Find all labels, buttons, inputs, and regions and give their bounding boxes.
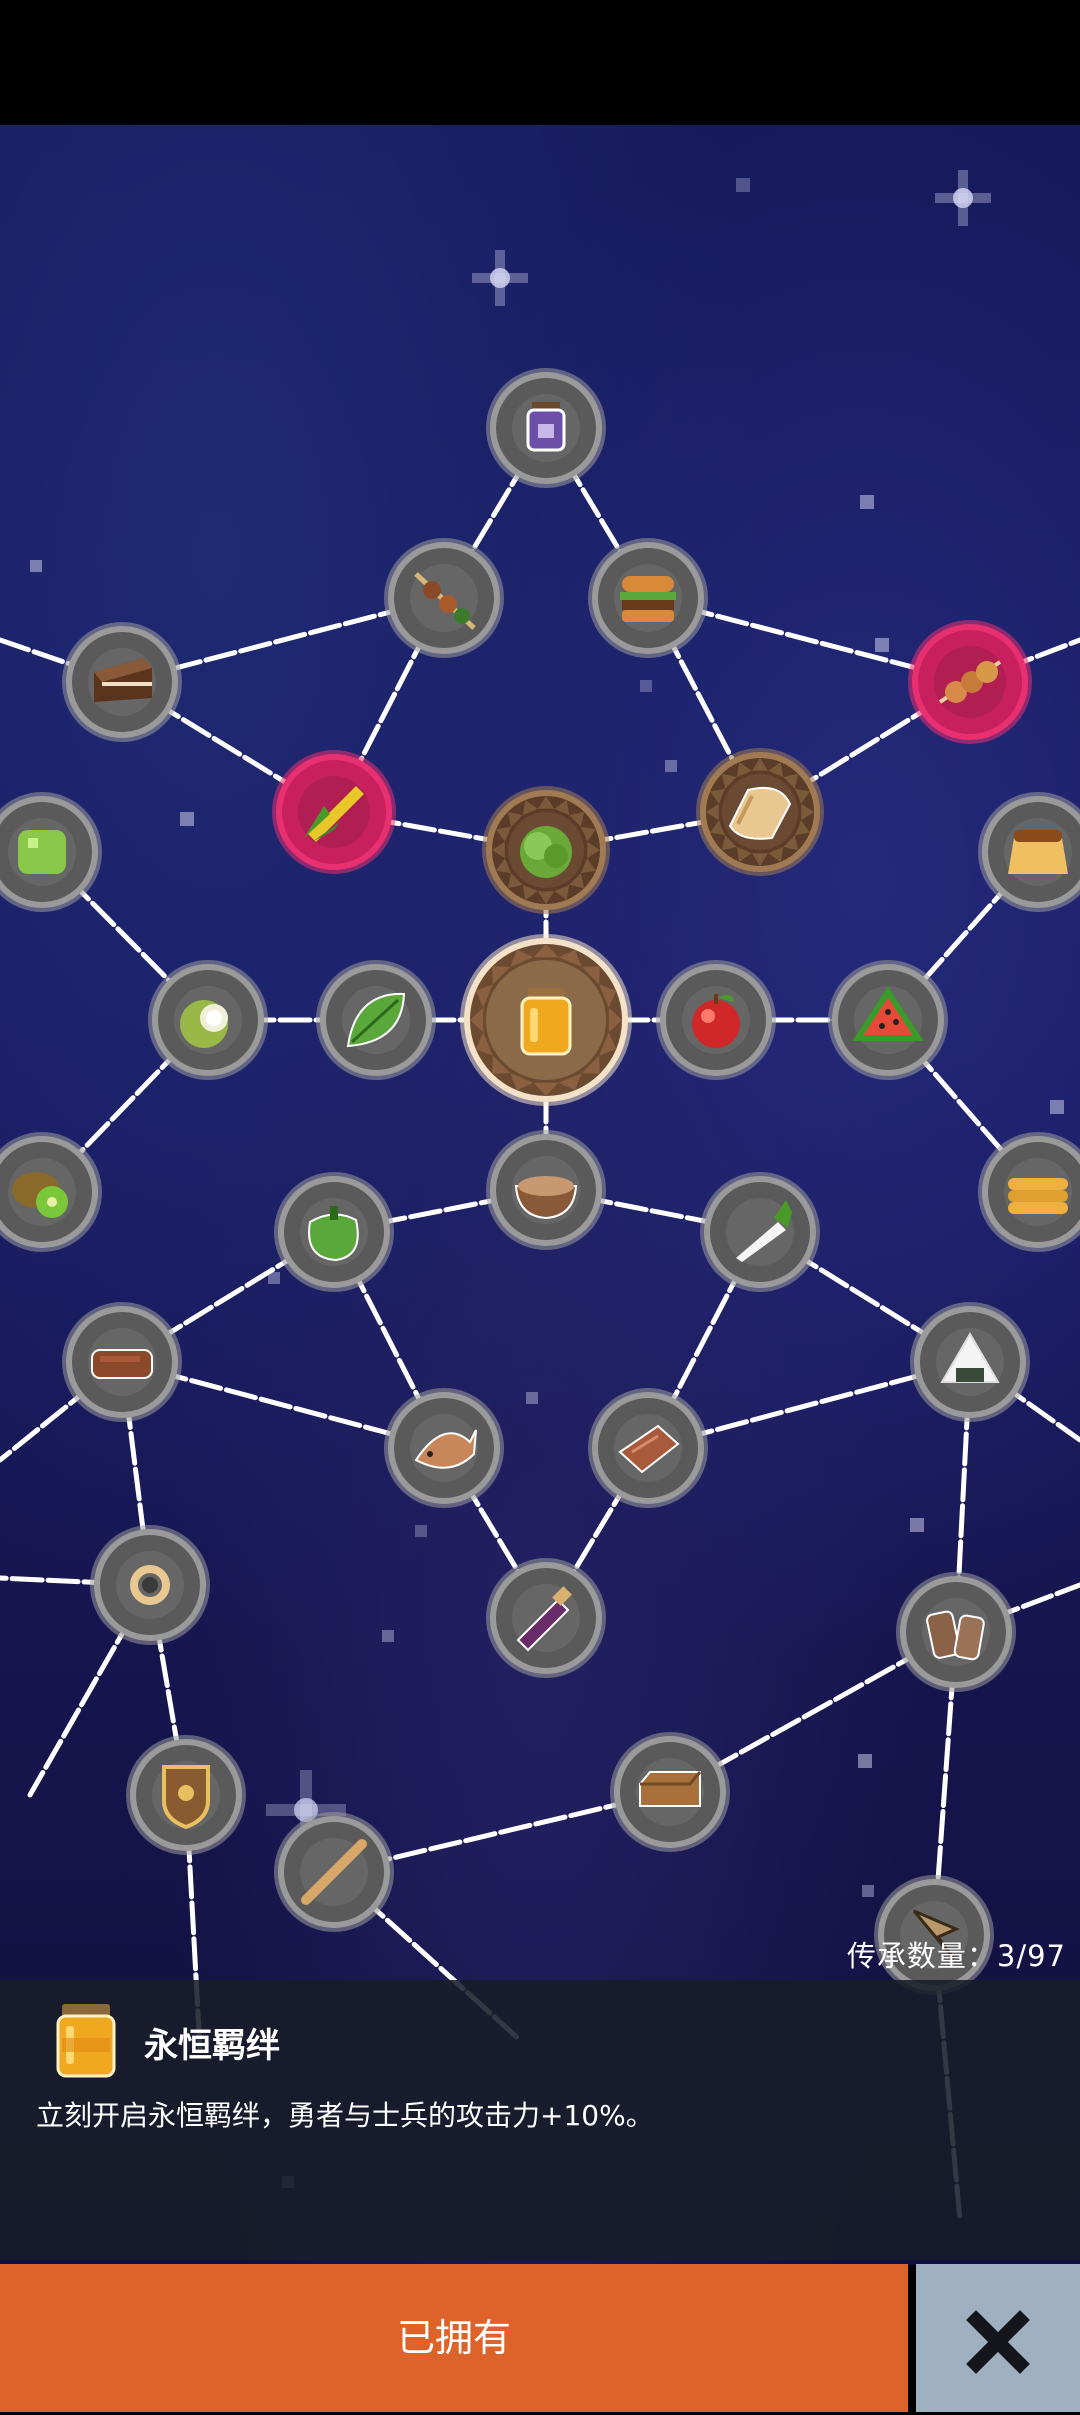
hamburger-icon [620, 576, 676, 622]
node-shield[interactable] [126, 1735, 246, 1855]
pancakes-icon [1008, 1178, 1068, 1214]
node-chocolate-bar[interactable] [62, 1302, 182, 1422]
owned-button-label: 已拥有 [396, 2316, 511, 2360]
legacy-count-label: 传承数量：3/97 [846, 1939, 1066, 1973]
node-lettuce[interactable] [482, 786, 610, 914]
node-hamburger[interactable] [588, 538, 708, 658]
item-name: 永恒羁绊 [144, 2026, 280, 2066]
node-chocolate-cake[interactable] [62, 622, 182, 742]
node-fish[interactable] [384, 1388, 504, 1508]
coconut-icon [180, 1000, 228, 1048]
node-ring[interactable] [90, 1525, 210, 1645]
owned-button[interactable]: 已拥有 [0, 2264, 908, 2412]
pudding-icon [1008, 830, 1068, 874]
legacy-tree-view[interactable]: 传承数量：3/97 [0, 125, 1080, 2265]
node-green-jelly[interactable] [0, 792, 102, 912]
node-kiwi[interactable] [0, 1132, 102, 1252]
node-pudding[interactable] [978, 792, 1080, 912]
node-radish[interactable] [700, 1172, 820, 1292]
chocolate-bar-icon [91, 1349, 153, 1379]
close-button[interactable] [916, 2264, 1080, 2412]
green-jelly-icon [18, 830, 66, 874]
status-bar [0, 0, 1080, 125]
node-apple[interactable] [656, 960, 776, 1080]
node-brick[interactable] [610, 1732, 730, 1852]
node-rice-ball[interactable] [910, 1302, 1030, 1422]
potion-jar-icon [526, 402, 566, 452]
node-coconut[interactable] [148, 960, 268, 1080]
lettuce-icon [520, 826, 572, 878]
node-wooden-stick[interactable] [274, 1812, 394, 1932]
node-leaf[interactable] [316, 960, 436, 1080]
node-honey-jar[interactable] [460, 934, 632, 1106]
node-wine-bottle[interactable] [486, 1558, 606, 1678]
node-watermelon[interactable] [828, 960, 948, 1080]
node-meat-skewer[interactable] [384, 538, 504, 658]
node-steak[interactable] [588, 1388, 708, 1508]
node-pancakes[interactable] [978, 1132, 1080, 1252]
node-bread[interactable] [696, 748, 824, 876]
node-green-pepper[interactable] [274, 1172, 394, 1292]
shield-icon [162, 1765, 210, 1830]
item-description: 立刻开启永恒羁绊，勇者与士兵的攻击力+10%。 [36, 2099, 654, 2132]
node-corn[interactable] [272, 750, 396, 874]
node-porridge-bowl[interactable] [486, 1130, 606, 1250]
brick-icon [639, 1771, 702, 1807]
node-firewood[interactable] [896, 1572, 1016, 1692]
close-x-icon [966, 2310, 1030, 2374]
node-dango-skewer[interactable] [908, 620, 1032, 744]
node-potion-jar[interactable] [486, 368, 606, 488]
honey-jar-icon [520, 988, 572, 1056]
honey-jar-icon [56, 2004, 116, 2078]
